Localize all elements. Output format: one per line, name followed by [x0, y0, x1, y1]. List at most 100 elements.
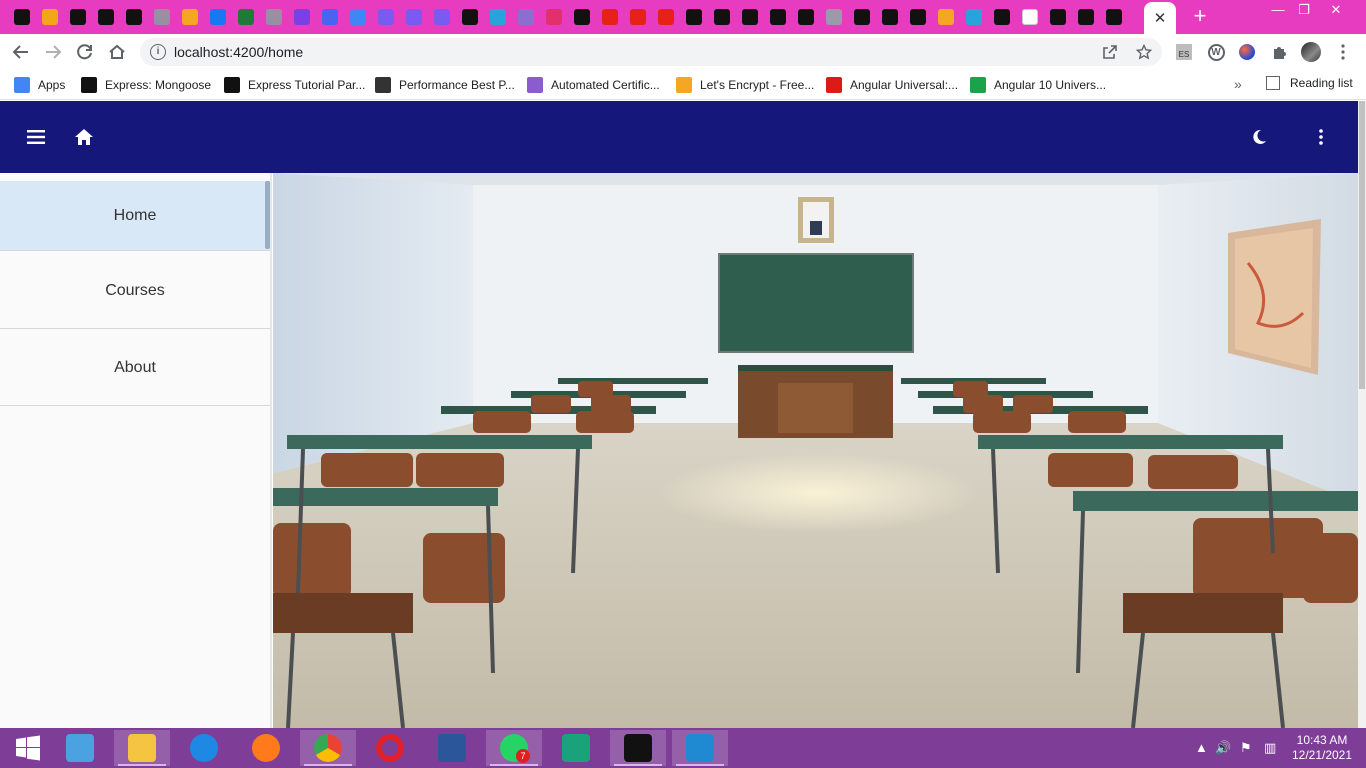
nav-item-home[interactable]: Home: [0, 181, 270, 251]
taskbar-app[interactable]: [672, 730, 728, 766]
browser-tab[interactable]: [207, 6, 229, 28]
browser-tab[interactable]: [1019, 6, 1041, 28]
sidenav-scrollbar[interactable]: [265, 181, 270, 249]
close-window-icon[interactable]: ✕: [1322, 0, 1350, 22]
browser-tab[interactable]: [543, 6, 565, 28]
url-text[interactable]: localhost:4200/home: [174, 44, 303, 60]
browser-tab[interactable]: [795, 6, 817, 28]
restore-window-icon[interactable]: ❐: [1290, 0, 1318, 22]
address-bar[interactable]: i localhost:4200/home: [140, 38, 1162, 66]
browser-tab[interactable]: [739, 6, 761, 28]
puzzle-extensions-icon[interactable]: [1269, 42, 1289, 62]
bookmark-item[interactable]: Performance Best P...: [375, 76, 515, 94]
bookmark-item[interactable]: Apps: [14, 76, 65, 94]
browser-tab[interactable]: [1103, 6, 1125, 28]
nav-item-about[interactable]: About: [0, 330, 270, 406]
browser-tab[interactable]: [991, 6, 1013, 28]
browser-tab[interactable]: [851, 6, 873, 28]
browser-tab[interactable]: [319, 6, 341, 28]
browser-tab[interactable]: [767, 6, 789, 28]
forward-arrow-icon[interactable]: [41, 40, 65, 64]
es-extension-icon[interactable]: ES: [1174, 42, 1194, 62]
browser-tab[interactable]: [39, 6, 61, 28]
browser-menu-icon[interactable]: [1333, 42, 1353, 62]
wordpress-extension-icon[interactable]: W: [1206, 42, 1226, 62]
browser-tab[interactable]: [431, 6, 453, 28]
page-scrollbar-thumb[interactable]: [1359, 101, 1365, 389]
browser-tab[interactable]: [627, 6, 649, 28]
taskbar-app[interactable]: [52, 730, 108, 766]
hamburger-menu-icon[interactable]: [22, 123, 50, 151]
close-tab-icon[interactable]: ✕: [1154, 11, 1167, 26]
taskbar-app[interactable]: [238, 730, 294, 766]
volume-icon[interactable]: 🔊: [1215, 740, 1231, 756]
browser-tab[interactable]: [459, 6, 481, 28]
browser-tab[interactable]: [935, 6, 957, 28]
app-toolbar: [0, 101, 1366, 173]
browser-tab[interactable]: [151, 6, 173, 28]
show-hidden-icons-icon[interactable]: ▲: [1195, 740, 1208, 755]
browser-tab[interactable]: [711, 6, 733, 28]
colorful-extension-icon[interactable]: [1237, 42, 1257, 62]
windows-start-icon[interactable]: [0, 730, 56, 766]
dark-mode-moon-icon[interactable]: [1245, 123, 1273, 151]
browser-tab[interactable]: [123, 6, 145, 28]
profile-avatar-icon[interactable]: [1301, 42, 1321, 62]
browser-tab[interactable]: [487, 6, 509, 28]
browser-tab[interactable]: [67, 6, 89, 28]
bookmark-item[interactable]: Angular 10 Univers...: [970, 76, 1106, 94]
browser-tab[interactable]: [907, 6, 929, 28]
browser-tab[interactable]: [879, 6, 901, 28]
browser-tab[interactable]: [515, 6, 537, 28]
browser-tab[interactable]: [403, 6, 425, 28]
bookmark-star-icon[interactable]: [1136, 44, 1152, 60]
network-icon[interactable]: ▥: [1264, 740, 1276, 756]
browser-tab[interactable]: [291, 6, 313, 28]
apps-grid-icon: [14, 77, 30, 93]
browser-tab[interactable]: [655, 6, 677, 28]
bookmark-item[interactable]: Express Tutorial Par...: [224, 76, 365, 94]
minimize-window-icon[interactable]: —: [1264, 0, 1292, 22]
browser-tab[interactable]: [179, 6, 201, 28]
active-tab[interactable]: ✕: [1144, 2, 1176, 34]
browser-tab[interactable]: [95, 6, 117, 28]
taskbar-app[interactable]: [548, 730, 604, 766]
home-icon[interactable]: [105, 40, 129, 64]
browser-tab[interactable]: [375, 6, 397, 28]
taskbar-app[interactable]: [176, 730, 232, 766]
browser-tab[interactable]: [963, 6, 985, 28]
browser-tab[interactable]: [263, 6, 285, 28]
flag-icon[interactable]: ⚑: [1240, 740, 1252, 756]
browser-tab[interactable]: [1075, 6, 1097, 28]
share-icon[interactable]: [1102, 44, 1118, 60]
taskbar-app[interactable]: [610, 730, 666, 766]
firefox-icon: [252, 734, 280, 762]
more-bookmarks-button[interactable]: »: [1234, 76, 1242, 92]
more-options-icon[interactable]: [1307, 123, 1335, 151]
bookmark-item[interactable]: Angular Universal:...: [826, 76, 958, 94]
system-clock[interactable]: 10:43 AM 12/21/2021: [1290, 733, 1354, 763]
reading-list-button[interactable]: Reading list: [1266, 76, 1353, 90]
browser-tab[interactable]: [599, 6, 621, 28]
nav-item-courses[interactable]: Courses: [0, 252, 270, 329]
browser-tab[interactable]: [11, 6, 33, 28]
browser-tab[interactable]: [235, 6, 257, 28]
taskbar-app[interactable]: [424, 730, 480, 766]
back-arrow-icon[interactable]: [9, 40, 33, 64]
bookmark-item[interactable]: Automated Certific...: [527, 76, 660, 94]
site-info-icon[interactable]: i: [150, 44, 166, 60]
taskbar-app[interactable]: [114, 730, 170, 766]
taskbar-app[interactable]: [300, 730, 356, 766]
browser-tab[interactable]: [683, 6, 705, 28]
bookmark-item[interactable]: Let's Encrypt - Free...: [676, 76, 814, 94]
taskbar-app[interactable]: [362, 730, 418, 766]
browser-tab[interactable]: [347, 6, 369, 28]
home-icon[interactable]: [70, 123, 98, 151]
new-tab-button[interactable]: +: [1188, 4, 1212, 28]
browser-tab[interactable]: [1047, 6, 1069, 28]
browser-tab[interactable]: [571, 6, 593, 28]
bookmark-item[interactable]: Express: Mongoose: [81, 76, 211, 94]
taskbar-app[interactable]: 7: [486, 730, 542, 766]
reload-icon[interactable]: [73, 40, 97, 64]
browser-tab[interactable]: [823, 6, 845, 28]
